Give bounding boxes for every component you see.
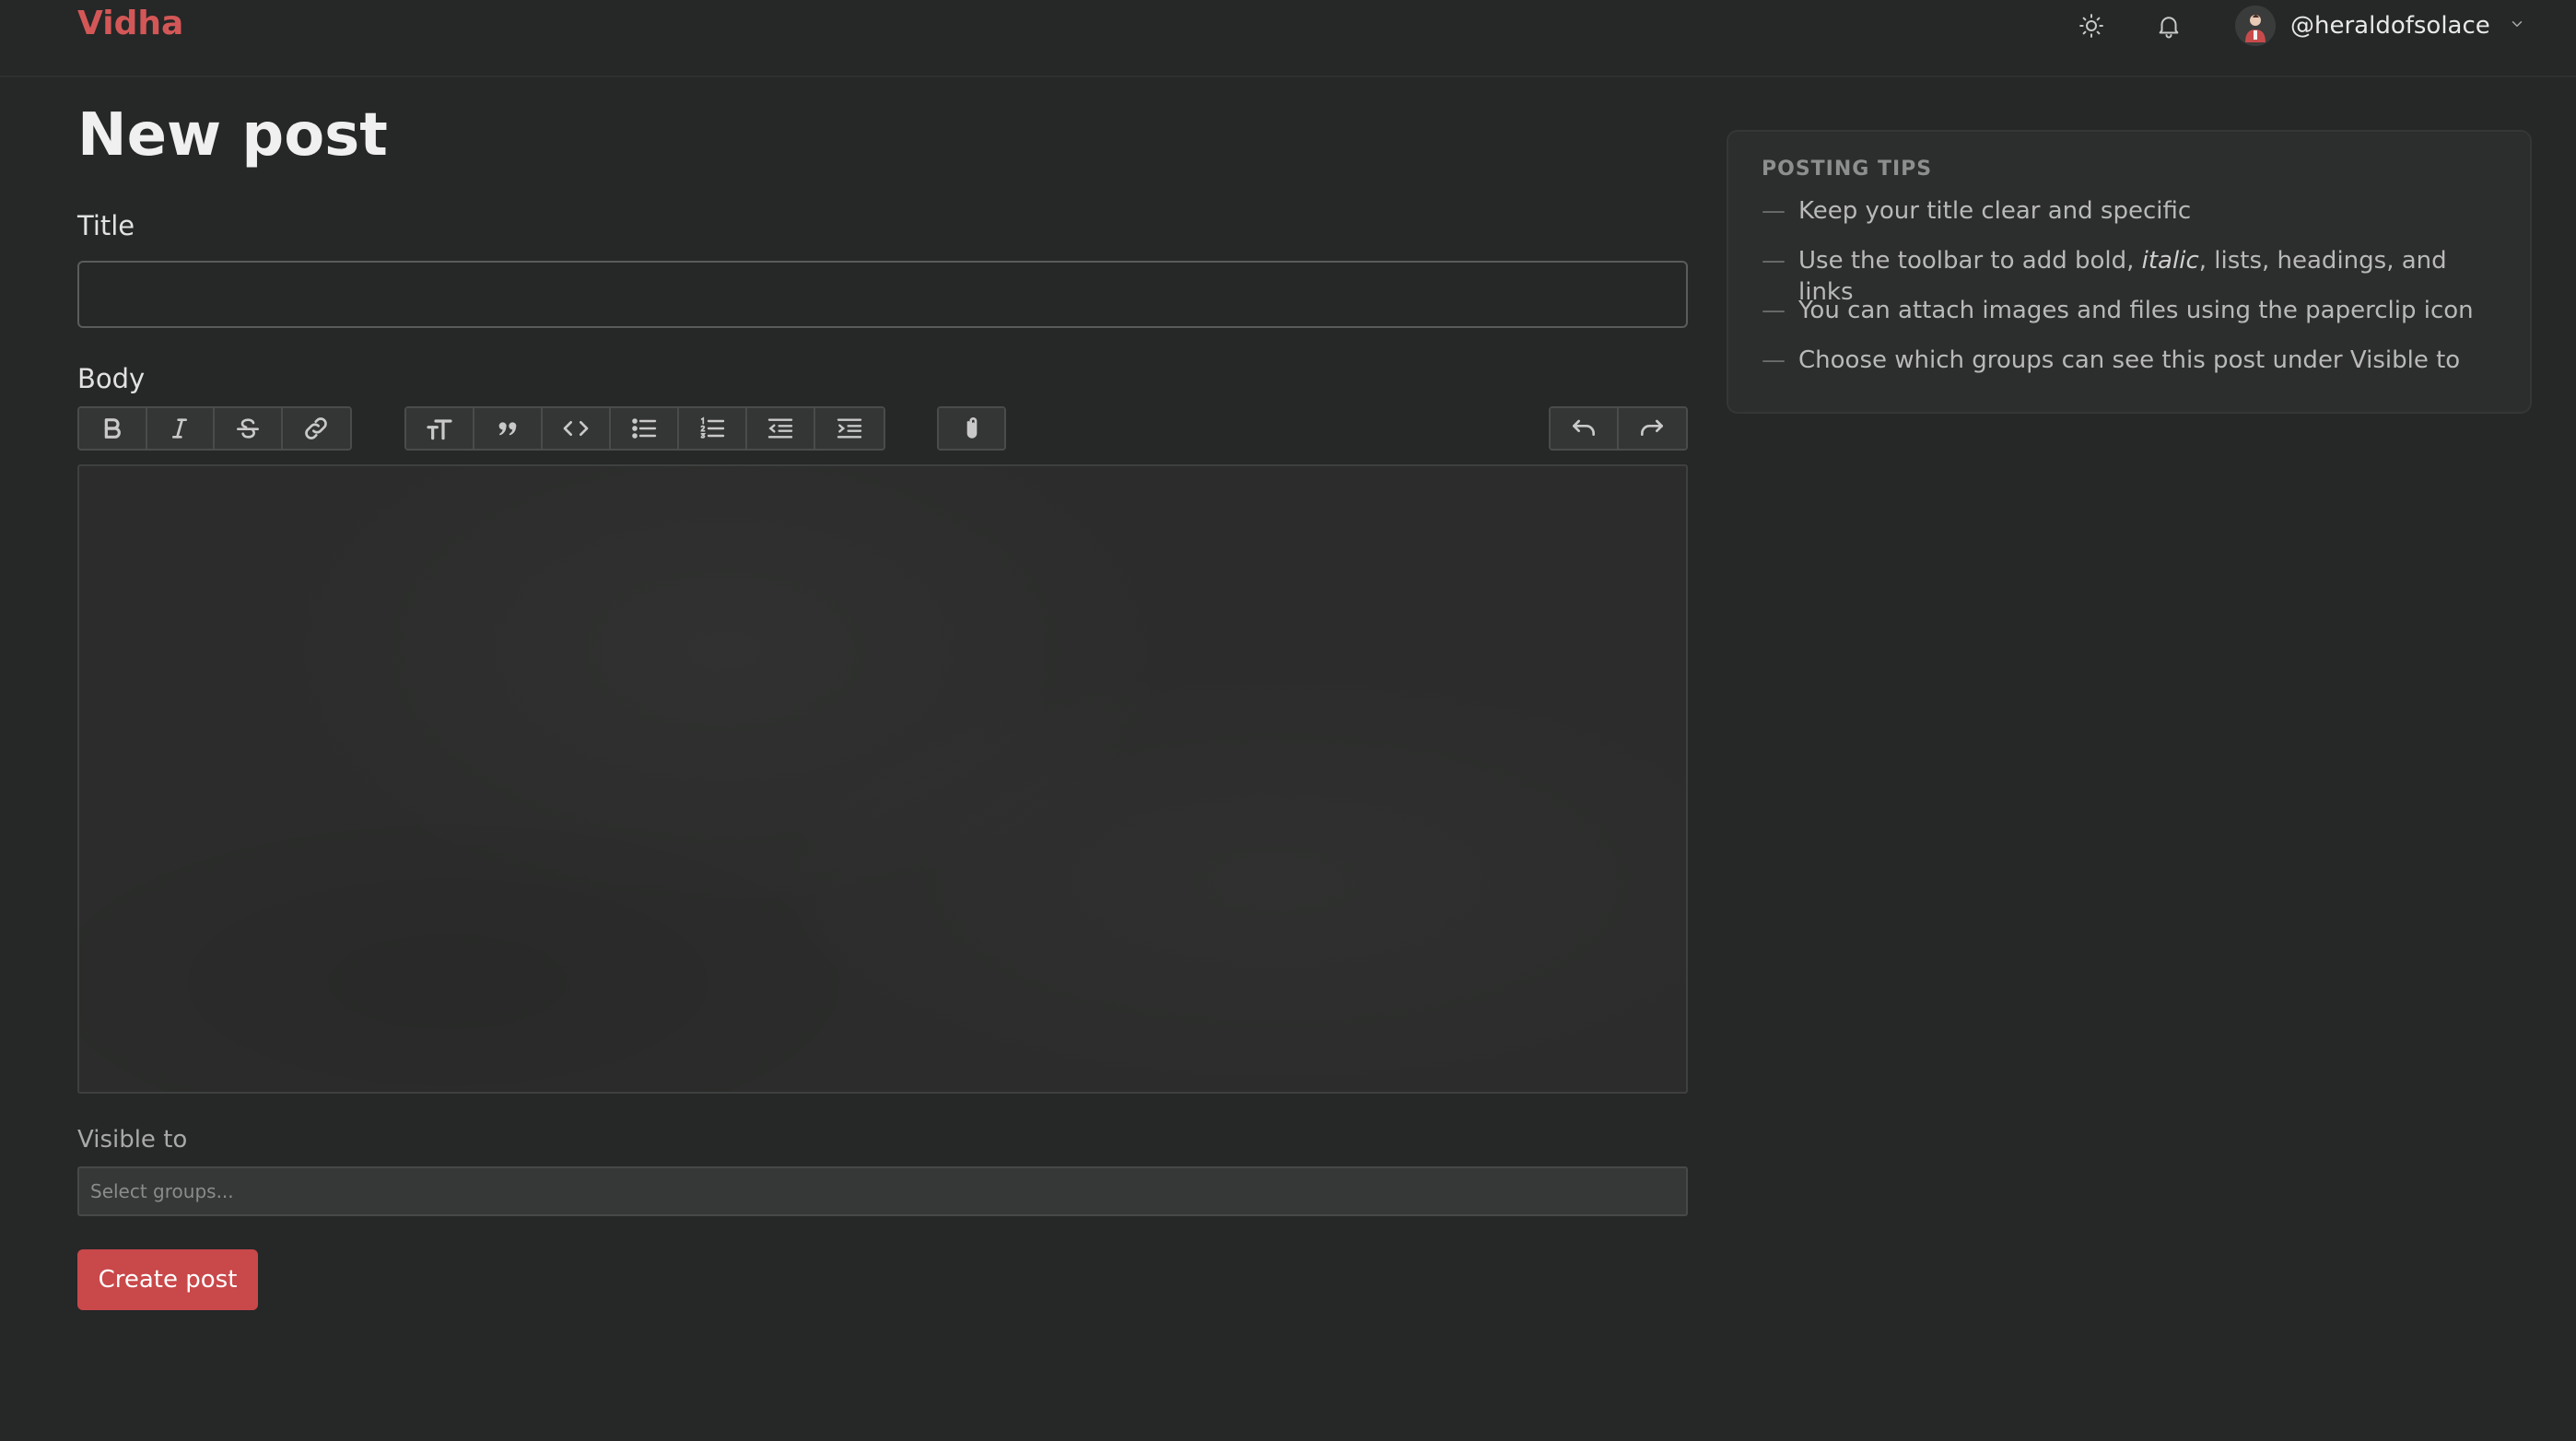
italic-icon bbox=[172, 418, 188, 439]
heading-icon bbox=[427, 419, 452, 440]
chevron-down-icon bbox=[2509, 16, 2525, 36]
tip-dash: — bbox=[1762, 346, 1786, 374]
code-button[interactable] bbox=[543, 408, 611, 449]
outdent-button[interactable] bbox=[747, 408, 815, 449]
strikethrough-button[interactable] bbox=[215, 408, 283, 449]
tip-dash: — bbox=[1762, 247, 1786, 275]
username: @heraldofsolace bbox=[2290, 12, 2490, 40]
page-title: New post bbox=[77, 101, 388, 170]
brand-logo[interactable]: Vidha bbox=[77, 2, 183, 46]
format-toolbar-group bbox=[77, 406, 352, 451]
block-toolbar-group bbox=[404, 406, 885, 451]
groups-select[interactable]: Select groups... bbox=[77, 1166, 1688, 1216]
tip-item: — Keep your title clear and specific bbox=[1762, 195, 2497, 245]
tip-item: — You can attach images and files using … bbox=[1762, 295, 2497, 345]
title-label: Title bbox=[77, 210, 135, 241]
bold-button[interactable] bbox=[79, 408, 147, 449]
attach-button[interactable] bbox=[939, 408, 1004, 449]
body-editor[interactable] bbox=[77, 464, 1688, 1094]
undo-icon bbox=[1572, 419, 1595, 436]
redo-icon bbox=[1641, 419, 1664, 436]
posting-tips-panel: POSTING TIPS — Keep your title clear and… bbox=[1727, 130, 2532, 414]
link-button[interactable] bbox=[282, 408, 350, 449]
code-icon bbox=[563, 421, 589, 436]
create-post-button[interactable]: Create post bbox=[77, 1249, 258, 1310]
outdent-icon bbox=[767, 418, 793, 439]
bullet-list-button[interactable] bbox=[611, 408, 679, 449]
visible-to-label: Visible to bbox=[77, 1126, 188, 1154]
strikethrough-icon bbox=[236, 418, 259, 439]
attach-toolbar-group bbox=[937, 406, 1006, 451]
groups-placeholder: Select groups... bbox=[90, 1180, 234, 1202]
quote-button[interactable] bbox=[474, 408, 543, 449]
title-input[interactable] bbox=[77, 261, 1688, 328]
tip-item: — Use the toolbar to add bold, italic, l… bbox=[1762, 245, 2497, 306]
tip-dash: — bbox=[1762, 197, 1786, 225]
indent-icon bbox=[837, 418, 862, 439]
indent-button[interactable] bbox=[815, 408, 884, 449]
link-icon bbox=[305, 417, 328, 439]
quote-icon bbox=[498, 422, 517, 436]
history-toolbar-group bbox=[1549, 406, 1688, 451]
heading-button[interactable] bbox=[406, 408, 474, 449]
sun-icon[interactable] bbox=[2073, 7, 2110, 44]
tip-text: You can attach images and files using th… bbox=[1798, 297, 2474, 324]
italic-button[interactable] bbox=[146, 408, 215, 449]
bullet-list-icon bbox=[632, 418, 657, 439]
top-bar: Vidha @heraldofsolace bbox=[0, 0, 2576, 77]
bell-icon[interactable] bbox=[2150, 7, 2187, 44]
user-menu[interactable]: @heraldofsolace bbox=[2235, 4, 2525, 48]
body-label: Body bbox=[77, 363, 146, 394]
tip-text: Choose which groups can see this post un… bbox=[1798, 346, 2461, 374]
bold-icon bbox=[104, 418, 121, 439]
undo-button[interactable] bbox=[1551, 408, 1619, 449]
tip-dash: — bbox=[1762, 297, 1786, 324]
numbered-list-button[interactable] bbox=[679, 408, 747, 449]
tip-item: — Choose which groups can see this post … bbox=[1762, 345, 2497, 394]
paperclip-icon bbox=[966, 417, 977, 439]
tips-heading: POSTING TIPS bbox=[1762, 158, 1933, 181]
numbered-list-icon bbox=[700, 416, 725, 439]
redo-button[interactable] bbox=[1618, 408, 1686, 449]
avatar bbox=[2235, 6, 2276, 46]
tip-text: Keep your title clear and specific bbox=[1798, 197, 2192, 225]
